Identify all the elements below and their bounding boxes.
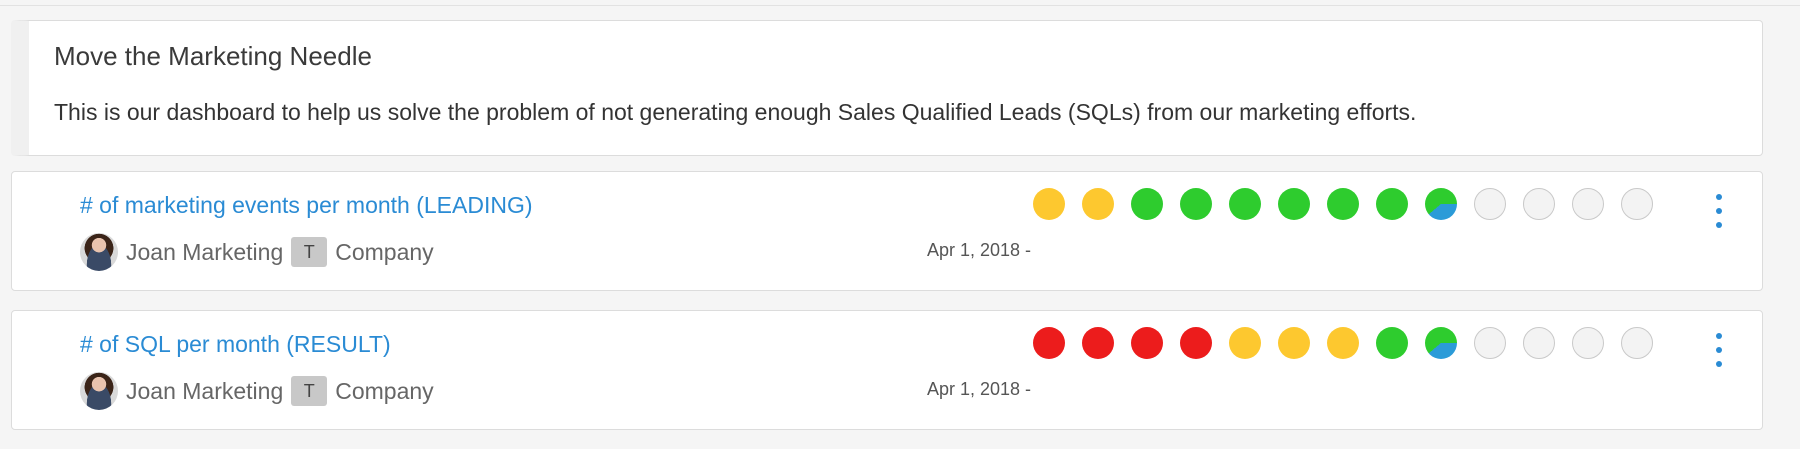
- status-dot-yellow[interactable]: [1229, 327, 1261, 359]
- status-dot-red[interactable]: [1033, 327, 1065, 359]
- status-dot-green[interactable]: [1327, 188, 1359, 220]
- status-dot-red[interactable]: [1180, 327, 1212, 359]
- status-dot-yellow[interactable]: [1278, 327, 1310, 359]
- status-dot-empty[interactable]: [1474, 327, 1506, 359]
- status-dot-green[interactable]: [1376, 327, 1408, 359]
- status-dot-yellow[interactable]: [1327, 327, 1359, 359]
- status-dot-partial[interactable]: [1425, 188, 1457, 220]
- status-dots: [1033, 327, 1653, 359]
- status-dot-green[interactable]: [1131, 188, 1163, 220]
- status-dot-yellow[interactable]: [1082, 188, 1114, 220]
- team-badge: T: [291, 237, 328, 267]
- status-dot-green[interactable]: [1229, 188, 1261, 220]
- avatar: [80, 372, 118, 410]
- status-dot-empty[interactable]: [1572, 327, 1604, 359]
- status-dot-yellow[interactable]: [1033, 188, 1065, 220]
- status-dot-empty[interactable]: [1572, 188, 1604, 220]
- status-dot-green[interactable]: [1278, 188, 1310, 220]
- dashboard-title: Move the Marketing Needle: [54, 41, 372, 71]
- more-vertical-icon[interactable]: [1709, 333, 1729, 367]
- metric-title-link[interactable]: # of marketing events per month (LEADING…: [80, 192, 533, 219]
- status-dot-empty[interactable]: [1621, 327, 1653, 359]
- status-dot-green[interactable]: [1180, 188, 1212, 220]
- top-divider: [0, 0, 1800, 6]
- status-dots: [1033, 188, 1653, 220]
- team-name: Company: [335, 238, 434, 265]
- status-dot-red[interactable]: [1131, 327, 1163, 359]
- owner-row: Joan Marketing T Company: [80, 369, 434, 413]
- more-vertical-icon[interactable]: [1709, 194, 1729, 228]
- status-dot-red[interactable]: [1082, 327, 1114, 359]
- owner-name: Joan Marketing: [126, 238, 284, 265]
- start-date: Apr 1, 2018 -: [926, 379, 1031, 399]
- metric-card: # of marketing events per month (LEADING…: [11, 171, 1763, 291]
- owner-name: Joan Marketing: [126, 377, 284, 404]
- team-badge: T: [291, 376, 328, 406]
- avatar: [80, 233, 118, 271]
- status-dot-empty[interactable]: [1523, 188, 1555, 220]
- start-date: Apr 1, 2018 -: [926, 240, 1031, 260]
- owner-row: Joan Marketing T Company: [80, 230, 434, 274]
- status-dot-green[interactable]: [1376, 188, 1408, 220]
- status-dot-empty[interactable]: [1621, 188, 1653, 220]
- metric-card: # of SQL per month (RESULT) Joan Marketi…: [11, 310, 1763, 430]
- status-dot-partial[interactable]: [1425, 327, 1457, 359]
- dashboard-header-card: Move the Marketing Needle This is our da…: [11, 20, 1763, 156]
- metric-title-link[interactable]: # of SQL per month (RESULT): [80, 331, 391, 358]
- status-dot-empty[interactable]: [1474, 188, 1506, 220]
- status-dot-empty[interactable]: [1523, 327, 1555, 359]
- team-name: Company: [335, 377, 434, 404]
- dashboard-description: This is our dashboard to help us solve t…: [54, 99, 1417, 125]
